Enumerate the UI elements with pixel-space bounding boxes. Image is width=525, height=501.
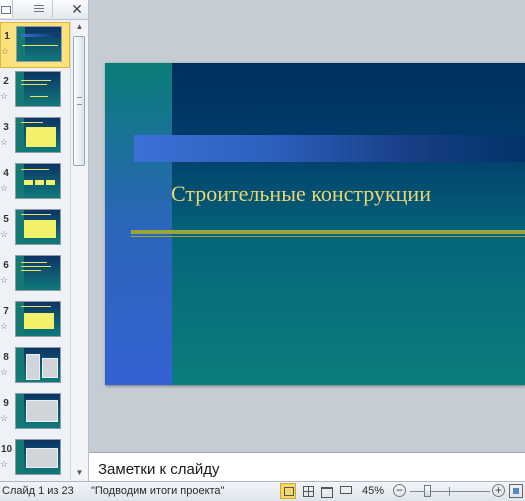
slide-sorter-icon[interactable] <box>300 483 316 499</box>
notes-placeholder[interactable]: Заметки к слайду <box>98 461 220 478</box>
slide-counter: Слайд 1 из 23 <box>2 485 74 497</box>
slide-thumbnail-3[interactable]: 3 ☆ <box>0 114 70 160</box>
transition-star-icon: ☆ <box>0 413 9 423</box>
zoom-slider-handle[interactable] <box>424 485 431 497</box>
zoom-level[interactable]: 45% <box>362 485 384 497</box>
slide-number: 1 <box>4 31 10 42</box>
title-underline-thin <box>131 236 525 237</box>
slide-thumbnail-7[interactable]: 7 ☆ <box>0 298 70 344</box>
transition-star-icon: ☆ <box>0 321 9 331</box>
slide-thumbnail-5[interactable]: 5 ☆ <box>0 206 70 252</box>
slide-number: 5 <box>3 214 9 225</box>
slide-preview <box>15 117 61 153</box>
slide-preview <box>15 439 61 475</box>
slide-preview <box>15 347 61 383</box>
transition-star-icon: ☆ <box>0 137 9 147</box>
fit-to-window-icon[interactable] <box>509 484 523 498</box>
zoom-slider-center-tick <box>449 487 450 496</box>
transition-star-icon: ☆ <box>0 275 9 285</box>
slide-thumbnail-6[interactable]: 6 ☆ <box>0 252 70 298</box>
transition-star-icon: ☆ <box>0 459 9 469</box>
slide-preview <box>15 301 61 337</box>
scroll-up-icon[interactable]: ▲ <box>71 20 88 34</box>
transition-star-icon: ☆ <box>0 367 9 377</box>
slide-number: 9 <box>3 398 9 409</box>
slides-tab-icon[interactable] <box>0 0 13 18</box>
slide-preview <box>15 255 61 291</box>
slide-number: 6 <box>3 260 9 271</box>
slide-number: 10 <box>1 444 13 455</box>
slide-show-icon[interactable] <box>337 483 353 499</box>
slide-preview <box>15 71 61 107</box>
slide-number: 4 <box>3 168 9 179</box>
normal-view-icon[interactable] <box>280 483 296 499</box>
slide-preview <box>15 393 61 429</box>
title-underline <box>131 230 525 234</box>
slide-editing-area: Строительные конструкции <box>89 0 525 452</box>
scrollbar-thumb[interactable] <box>73 36 85 166</box>
status-bar: Слайд 1 из 23 "Подводим итоги проекта" 4… <box>0 481 525 501</box>
slides-panel: ✕ 1 ☆ 2 ☆ 3 ☆ 4 ☆ 5 ☆ 6 ☆ 7 ☆ 8 ☆ 9 ☆ 10… <box>0 0 89 481</box>
transition-star-icon: ☆ <box>1 46 10 56</box>
slide-preview <box>15 209 61 245</box>
slide-thumbnail-2[interactable]: 2 ☆ <box>0 68 70 114</box>
slide-thumbnail-4[interactable]: 4 ☆ <box>0 160 70 206</box>
slide-preview <box>15 163 61 199</box>
transition-star-icon: ☆ <box>0 91 9 101</box>
current-slide[interactable]: Строительные конструкции <box>105 63 525 385</box>
slide-thumbnail-8[interactable]: 8 ☆ <box>0 344 70 390</box>
outline-tab-icon[interactable] <box>26 0 53 18</box>
notes-pane[interactable]: Заметки к слайду <box>89 452 525 482</box>
panel-tabs: ✕ <box>0 0 88 20</box>
zoom-in-icon[interactable]: + <box>492 484 505 497</box>
slide-number: 3 <box>3 122 9 133</box>
theme-name[interactable]: "Подводим итоги проекта" <box>91 485 224 497</box>
panel-scrollbar[interactable]: ▲ ▼ <box>70 20 88 480</box>
transition-star-icon: ☆ <box>0 183 9 193</box>
zoom-slider[interactable] <box>410 491 490 492</box>
slide-number: 8 <box>3 352 9 363</box>
slide-preview <box>16 26 62 62</box>
slide-thumbnail-10[interactable]: 10 ☆ <box>0 436 70 480</box>
slide-thumbnail-list: 1 ☆ 2 ☆ 3 ☆ 4 ☆ 5 ☆ 6 ☆ 7 ☆ 8 ☆ 9 ☆ 10 ☆ <box>0 20 70 480</box>
slide-side-band <box>105 63 172 385</box>
slide-title[interactable]: Строительные конструкции <box>171 181 511 207</box>
slide-thumbnail-9[interactable]: 9 ☆ <box>0 390 70 436</box>
slide-thumbnail-1[interactable]: 1 ☆ <box>0 22 70 68</box>
slide-title-bar <box>134 135 525 162</box>
reading-view-icon[interactable] <box>318 483 334 499</box>
slide-number: 2 <box>3 76 9 87</box>
zoom-out-icon[interactable]: − <box>393 484 406 497</box>
transition-star-icon: ☆ <box>0 229 9 239</box>
scroll-down-icon[interactable]: ▼ <box>71 466 88 480</box>
close-icon[interactable]: ✕ <box>68 0 86 18</box>
slide-number: 7 <box>3 306 9 317</box>
